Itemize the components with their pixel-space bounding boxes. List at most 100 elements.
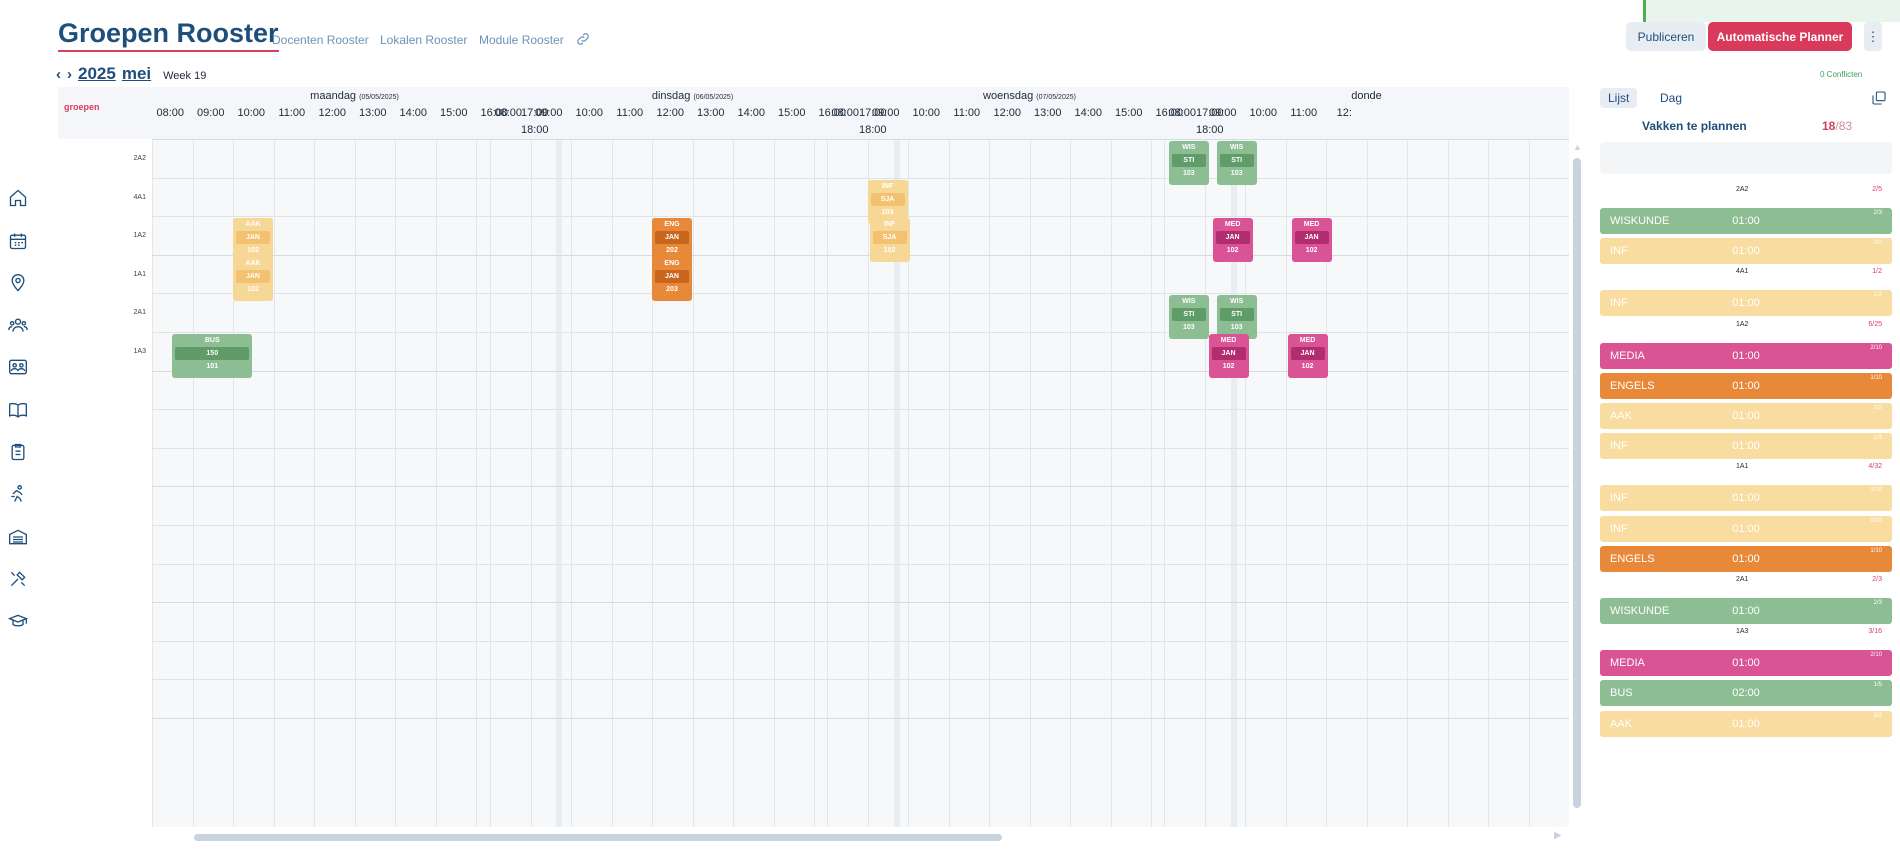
panel-course-item[interactable]: INF 01:00 1/3	[1600, 433, 1892, 460]
clipboard-icon[interactable]	[8, 442, 28, 462]
panel-filter-box[interactable]	[1600, 142, 1892, 174]
course-duration: 02:00	[1732, 687, 1760, 700]
lesson-block[interactable]: WIS STI 103	[1168, 295, 1209, 340]
panel-course-item[interactable]: AAK 01:00 0/2	[1600, 710, 1892, 737]
panel-course-item[interactable]: MEDIA 01:00 2/10	[1600, 650, 1892, 677]
lesson-subject: ENG	[664, 259, 680, 267]
grid-line	[152, 602, 1569, 604]
building-icon[interactable]	[8, 527, 28, 547]
lesson-block[interactable]: AAK JAN 102	[233, 256, 273, 301]
nav-module-rooster[interactable]: Module Rooster	[479, 33, 564, 47]
tools-icon[interactable]	[8, 569, 28, 589]
hour-label: 14:00	[1074, 107, 1103, 119]
grid-line	[814, 139, 815, 827]
more-options-button[interactable]: ⋮	[1864, 22, 1882, 51]
lesson-block[interactable]: INF SJA 102	[869, 218, 910, 263]
course-progress: 0/2	[1873, 712, 1882, 719]
tab-dag[interactable]: Dag	[1652, 88, 1690, 108]
course-progress: 0/10	[1870, 517, 1882, 524]
grid-line	[476, 139, 477, 827]
grid-line	[1407, 139, 1408, 827]
scroll-right-icon[interactable]: ▶	[1554, 830, 1562, 841]
lesson-subject: MED	[1220, 337, 1237, 344]
lesson-subject: MED	[1224, 221, 1241, 229]
planned-count: 18/83	[1822, 119, 1853, 133]
course-progress: 1/2	[1873, 292, 1882, 299]
panel-heading: Vakken te plannen	[1642, 119, 1747, 133]
lesson-room: 103	[1183, 324, 1195, 332]
lesson-block[interactable]: ENG JAN 203	[652, 256, 692, 301]
lesson-block[interactable]: AAK JAN 102	[233, 218, 273, 263]
graduation-icon[interactable]	[7, 612, 29, 632]
year-selector[interactable]: 2025	[78, 64, 116, 84]
prev-week-button[interactable]: ‹	[56, 66, 61, 83]
group-count: 2/5	[1872, 186, 1882, 193]
page-title: Groepen Rooster	[58, 18, 279, 52]
activity-icon[interactable]	[8, 484, 28, 504]
panel-course-item[interactable]: INF 01:00 1/2	[1600, 290, 1892, 317]
course-duration: 01:00	[1732, 605, 1760, 617]
grid-line	[273, 139, 275, 827]
group-name: 2A1	[1736, 576, 1749, 583]
panel-course-item[interactable]: INF 01:00 0/2	[1600, 238, 1892, 265]
lesson-block[interactable]: ENG JAN 202	[652, 218, 692, 263]
classroom-icon[interactable]	[8, 357, 28, 377]
scroll-up-icon[interactable]: ▲	[1573, 142, 1582, 152]
lesson-block[interactable]: MED JAN 102	[1287, 334, 1328, 378]
link-icon[interactable]	[575, 31, 591, 47]
lesson-block[interactable]: MED JAN 102	[1208, 334, 1249, 378]
nav-lokalen-rooster[interactable]: Lokalen Rooster	[380, 33, 467, 47]
hour-label: 10:00	[912, 107, 941, 119]
lesson-block[interactable]: MED JAN 102	[1212, 218, 1253, 263]
next-week-button[interactable]: ›	[67, 66, 72, 83]
lesson-subject: AAK	[245, 221, 261, 229]
conflicts-count[interactable]: 0 Conflicten	[1820, 70, 1862, 79]
panel-course-item[interactable]: ENGELS 01:00 1/10	[1600, 545, 1892, 572]
lesson-block[interactable]: INF SJA 103	[867, 179, 908, 224]
grid-line	[152, 216, 1569, 218]
panel-course-item[interactable]: INF 01:00 0/10	[1600, 515, 1892, 542]
lesson-teacher: STI	[1171, 308, 1206, 322]
popout-icon[interactable]	[1871, 90, 1887, 106]
lesson-teacher: STI	[1219, 154, 1254, 167]
course-duration: 01:00	[1732, 552, 1760, 565]
panel-course-item[interactable]: MEDIA 01:00 2/10	[1600, 342, 1892, 369]
lesson-subject: MED	[1299, 337, 1316, 344]
hour-label: 10:00	[237, 107, 266, 119]
hour-label: 18:00	[859, 124, 887, 136]
course-progress: 2/10	[1870, 344, 1882, 351]
calendar-icon[interactable]	[8, 231, 28, 251]
tab-lijst[interactable]: Lijst	[1600, 88, 1638, 108]
lesson-block[interactable]: MED JAN 102	[1291, 218, 1332, 263]
nav-docenten-rooster[interactable]: Docenten Rooster	[272, 33, 369, 47]
panel-course-item[interactable]: WISKUNDE 01:00 2/3	[1600, 208, 1892, 234]
lesson-teacher: SJA	[870, 192, 905, 206]
course-duration: 01:00	[1732, 410, 1760, 422]
publish-button[interactable]: Publiceren	[1626, 22, 1706, 51]
month-selector[interactable]: mei	[122, 64, 151, 84]
grid-line	[1366, 139, 1368, 827]
panel-course-item[interactable]: ENGELS 01:00 1/10	[1600, 372, 1892, 399]
day-name: donde	[1351, 90, 1382, 102]
day-name: woensdag	[983, 90, 1034, 102]
lesson-block[interactable]: WIS STI 103	[1216, 295, 1257, 340]
users-icon[interactable]	[8, 315, 28, 335]
panel-course-item[interactable]: AAK 01:00 1/2	[1600, 403, 1892, 429]
panel-course-item[interactable]: BUS 02:00 1/5	[1600, 680, 1892, 707]
panel-course-item[interactable]: WISKUNDE 01:00 2/3	[1600, 598, 1892, 624]
day-separator	[556, 139, 562, 827]
lesson-block[interactable]: BUS 150 101	[172, 334, 253, 378]
vertical-scrollbar[interactable]	[1573, 158, 1581, 808]
lesson-teacher: JAN	[1211, 347, 1246, 360]
book-icon[interactable]	[8, 400, 28, 420]
hour-label: 09:00	[871, 107, 900, 119]
location-pin-icon[interactable]	[8, 273, 28, 293]
horizontal-scrollbar[interactable]	[194, 834, 1002, 841]
lesson-block[interactable]: WIS STI 103	[1168, 141, 1209, 185]
grid-line	[1204, 139, 1206, 827]
panel-course-item[interactable]: INF 01:00 1/10	[1600, 485, 1892, 512]
hour-label: 12:00	[993, 107, 1022, 119]
home-icon[interactable]	[8, 188, 28, 208]
automatic-planner-button[interactable]: Automatische Planner	[1708, 22, 1852, 51]
lesson-block[interactable]: WIS STI 103	[1216, 141, 1257, 185]
